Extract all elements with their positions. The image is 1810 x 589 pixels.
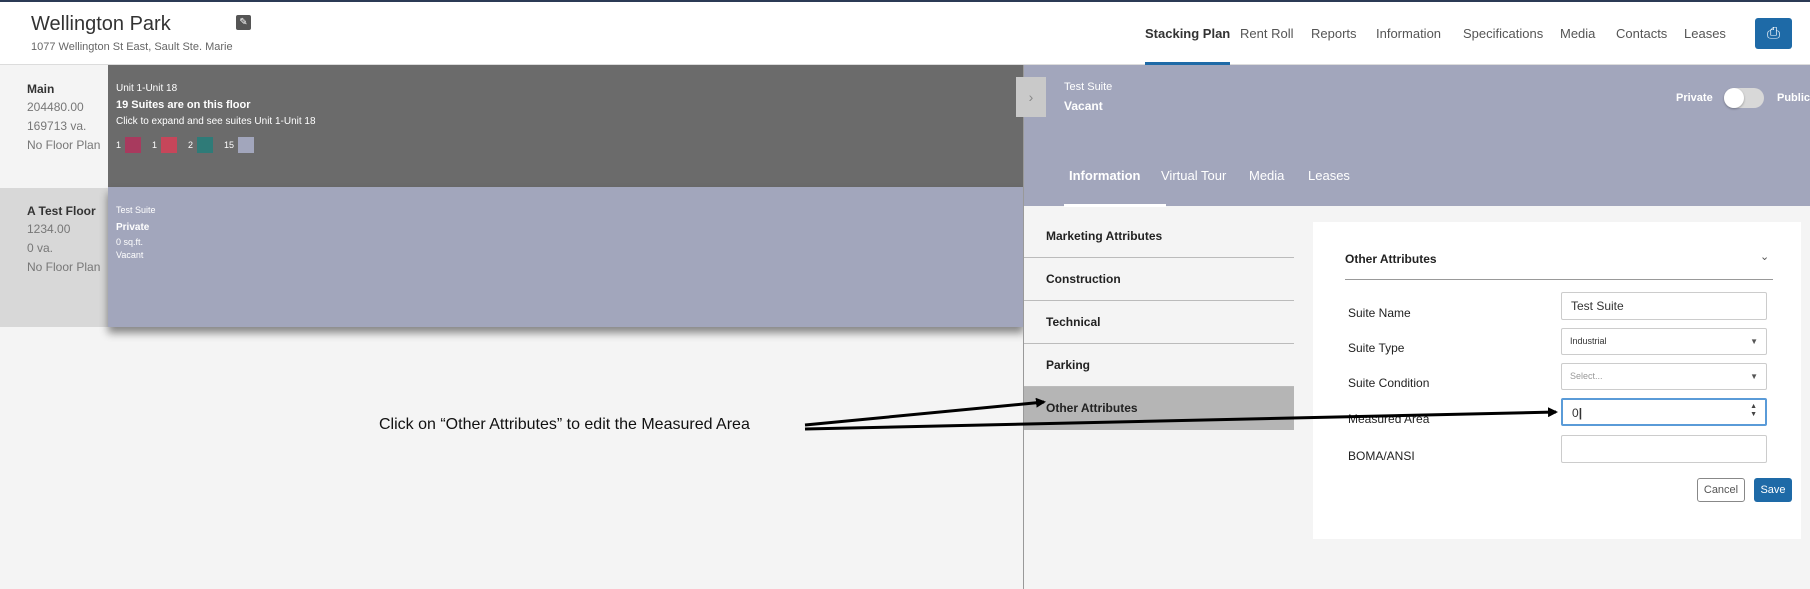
arrow-to-menu: [804, 397, 1046, 427]
suite-legend: 1 1 2 15: [116, 137, 1016, 153]
expand-hint: Click to expand and see suites Unit 1-Un…: [116, 116, 316, 127]
suite-condition-label: Suite Condition: [1348, 376, 1430, 390]
floor-label-test[interactable]: A Test Floor 1234.00 0 va. No Floor Plan: [0, 188, 108, 327]
suite-name-label: Suite Name: [1348, 306, 1411, 320]
suite-condition-select[interactable]: Select... ▼: [1561, 363, 1767, 390]
nav-information[interactable]: Information: [1376, 2, 1441, 65]
active-tab-indicator: [1064, 204, 1166, 207]
floor-name: Main: [27, 82, 55, 96]
floor-vacant-area: 0 va.: [27, 241, 54, 255]
floor-name: A Test Floor: [27, 204, 96, 218]
print-button[interactable]: ⎙: [1755, 18, 1792, 49]
visibility-toggle[interactable]: [1724, 88, 1764, 108]
other-attributes-form: Other Attributes ⌄ Suite Name Test Suite…: [1313, 222, 1801, 539]
legend-swatch: [125, 137, 142, 153]
property-address: 1077 Wellington St East, Sault Ste. Mari…: [31, 41, 233, 53]
toggle-knob: [1724, 88, 1744, 108]
tab-leases[interactable]: Leases: [1308, 168, 1350, 183]
menu-item-marketing-attributes[interactable]: Marketing Attributes: [1024, 215, 1294, 258]
suite-condition-placeholder: Select...: [1570, 371, 1603, 381]
cancel-button[interactable]: Cancel: [1697, 478, 1745, 502]
legend-count: 1: [152, 140, 158, 150]
divider: [1345, 279, 1773, 280]
suite-name-input[interactable]: Test Suite: [1561, 292, 1767, 320]
panel-header: Test Suite Vacant Private Public Informa…: [1024, 65, 1810, 207]
floor-area: 1234.00: [27, 222, 71, 236]
measured-area-value: 0: [1572, 406, 1579, 420]
nav-reports[interactable]: Reports: [1311, 2, 1357, 65]
chevron-down-icon: ▼: [1750, 372, 1758, 381]
public-label: Public: [1777, 92, 1810, 104]
suite-type-select[interactable]: Industrial ▼: [1561, 328, 1767, 355]
top-bar: Wellington Park ✎ 1077 Wellington St Eas…: [0, 0, 1810, 65]
annotation-text: Click on “Other Attributes” to edit the …: [379, 416, 750, 433]
floor-plan-status: No Floor Plan: [27, 138, 101, 152]
boma-input[interactable]: [1561, 435, 1767, 463]
suite-block-test-suite[interactable]: Test Suite Private 0 sq.ft. Vacant: [108, 187, 1024, 327]
legend-count: 2: [188, 140, 194, 150]
suites-summary: 19 Suites are on this floor: [116, 99, 251, 111]
nav-specifications[interactable]: Specifications: [1463, 2, 1543, 65]
legend-count: 15: [224, 140, 235, 150]
private-label: Private: [1676, 92, 1713, 104]
boma-label: BOMA/ANSI: [1348, 449, 1415, 463]
legend-swatch: [161, 137, 178, 153]
legend-swatch: [238, 137, 255, 153]
attribute-menu: Marketing Attributes Construction Techni…: [1024, 215, 1294, 430]
legend-count: 1: [116, 140, 122, 150]
form-title: Other Attributes: [1345, 252, 1437, 266]
nav-contacts[interactable]: Contacts: [1616, 2, 1667, 65]
tab-virtual-tour[interactable]: Virtual Tour: [1161, 168, 1226, 183]
tab-information[interactable]: Information: [1069, 168, 1141, 183]
edit-icon[interactable]: ✎: [236, 15, 251, 30]
panel-suite-status: Vacant: [1064, 99, 1103, 113]
suite-status: Vacant: [116, 250, 144, 260]
measured-area-input[interactable]: 0| ▲ ▼: [1561, 398, 1767, 426]
measured-area-label: Measured Area: [1348, 412, 1430, 426]
nav-stacking-plan[interactable]: Stacking Plan: [1145, 2, 1231, 65]
panel-suite-name: Test Suite: [1064, 81, 1113, 93]
nav-media[interactable]: Media: [1560, 2, 1595, 65]
floor-area: 204480.00: [27, 100, 84, 114]
suite-visibility: Private: [116, 222, 150, 233]
floor-label-main[interactable]: Main 204480.00 169713 va. No Floor Plan: [0, 82, 108, 152]
property-title: Wellington Park: [31, 13, 171, 35]
menu-item-technical[interactable]: Technical: [1024, 301, 1294, 344]
suite-area: 0 sq.ft.: [116, 237, 144, 247]
spinner-icon[interactable]: ▲ ▼: [1750, 403, 1757, 419]
save-button[interactable]: Save: [1754, 478, 1792, 502]
floor-plan-status: No Floor Plan: [27, 260, 101, 274]
suite-detail-panel: Test Suite Vacant Private Public Informa…: [1016, 65, 1810, 589]
floor-block-main[interactable]: Unit 1-Unit 18 19 Suites are on this flo…: [108, 65, 1024, 187]
nav-leases[interactable]: Leases: [1684, 2, 1726, 65]
suite-name: Test Suite: [116, 205, 156, 215]
menu-item-other-attributes[interactable]: Other Attributes: [1024, 387, 1294, 430]
legend-swatch: [197, 137, 214, 153]
collapse-panel-button[interactable]: ›: [1016, 77, 1046, 117]
units-range: Unit 1-Unit 18: [116, 83, 178, 94]
chevron-down-icon: ▼: [1750, 337, 1758, 346]
menu-item-parking[interactable]: Parking: [1024, 344, 1294, 387]
nav-rent-roll[interactable]: Rent Roll: [1240, 2, 1293, 65]
suite-type-label: Suite Type: [1348, 341, 1405, 355]
printer-icon: ⎙: [1767, 25, 1780, 42]
tab-media[interactable]: Media: [1249, 168, 1284, 183]
floor-vacant-area: 169713 va.: [27, 119, 87, 133]
chevron-right-icon: ›: [1028, 89, 1034, 105]
menu-item-construction[interactable]: Construction: [1024, 258, 1294, 301]
chevron-down-icon[interactable]: ⌄: [1760, 250, 1769, 263]
suite-type-value: Industrial: [1570, 336, 1607, 346]
